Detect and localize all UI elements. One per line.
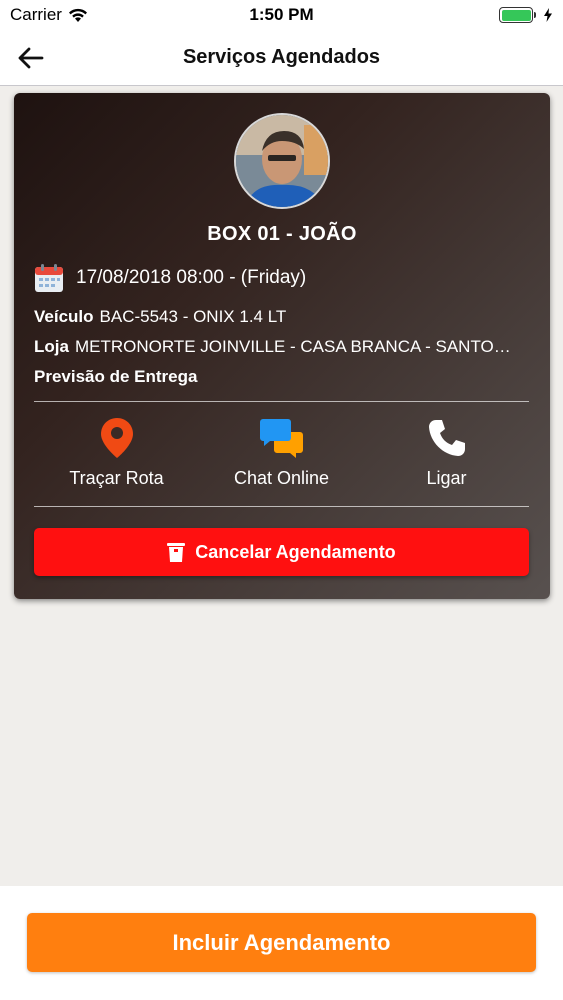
battery-fill: [501, 9, 531, 21]
divider-bottom: [34, 506, 529, 507]
chat-bubbles-icon: [259, 419, 303, 458]
cancel-appointment-label: Cancelar Agendamento: [195, 541, 396, 562]
divider-top: [34, 401, 529, 402]
action-bar: Traçar Rota Chat Online Ligar: [34, 418, 529, 498]
nav-bar: Serviços Agendados: [0, 30, 563, 86]
profile-photo: [236, 115, 328, 207]
phone-icon: [428, 420, 465, 456]
status-left: Carrier: [10, 5, 88, 25]
cancel-appointment-button[interactable]: Cancelar Agendamento: [34, 528, 529, 576]
calendar-icon: [35, 264, 63, 292]
box-title: BOX 01 - JOÃO: [207, 223, 357, 245]
store-row: Loja METRONORTE JOINVILLE - CASA BRANCA -…: [34, 337, 539, 357]
bottom-bar: Incluir Agendamento: [0, 886, 563, 1000]
trash-icon: [167, 543, 186, 562]
avatar: [234, 113, 330, 209]
wifi-icon: [68, 8, 87, 22]
call-label: Ligar: [426, 468, 467, 488]
store-label: Loja: [34, 337, 69, 356]
trace-route-label: Traçar Rota: [69, 468, 164, 488]
delivery-label: Previsão de Entrega: [34, 367, 198, 386]
chat-online-label: Chat Online: [233, 468, 330, 488]
chat-online-button[interactable]: Chat Online: [199, 418, 364, 498]
store-value: METRONORTE JOINVILLE - CASA BRANCA - SAN…: [74, 337, 511, 356]
status-right: [499, 7, 553, 23]
battery-icon: [499, 7, 536, 23]
appointment-date-row: 17/08/2018 08:00 - (Friday): [34, 263, 306, 293]
carrier-label: Carrier: [10, 5, 62, 24]
vehicle-label: Veículo: [34, 307, 94, 326]
action-icon-wrap: [259, 418, 304, 458]
call-button[interactable]: Ligar: [364, 418, 529, 498]
action-icon-wrap: [427, 418, 467, 458]
appointment-card: BOX 01 - JOÃO 17/08/2018 08:00 - (Friday…: [14, 93, 550, 599]
appointment-datetime: 17/08/2018 08:00 - (Friday): [76, 267, 307, 288]
back-button[interactable]: [12, 40, 48, 76]
add-appointment-button[interactable]: Incluir Agendamento: [27, 913, 536, 972]
page-title: Serviços Agendados: [182, 46, 381, 68]
trace-route-button[interactable]: Traçar Rota: [34, 418, 199, 498]
map-pin-icon: [100, 418, 133, 458]
action-icon-wrap: [100, 418, 133, 458]
arrow-left-icon: [18, 47, 44, 69]
delivery-row: Previsão de Entrega: [34, 367, 539, 387]
charging-bolt-icon: [544, 8, 552, 22]
vehicle-row: Veículo BAC-5543 - ONIX 1.4 LT: [34, 307, 539, 327]
status-bar: Carrier 1:50 PM: [0, 0, 563, 30]
vehicle-value: BAC-5543 - ONIX 1.4 LT: [99, 307, 287, 326]
